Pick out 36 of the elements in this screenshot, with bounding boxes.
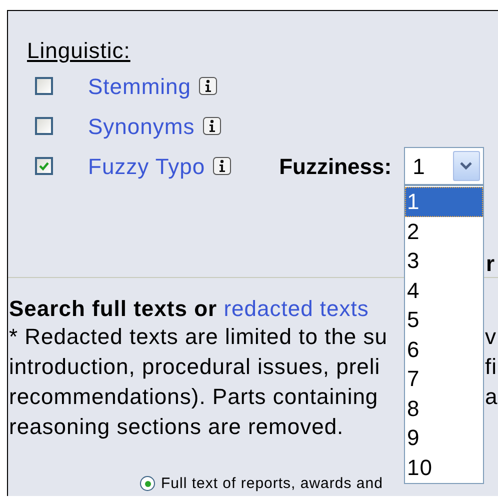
dropdown-option[interactable]: 8 [405, 394, 483, 423]
info-icon[interactable] [199, 77, 218, 95]
note-text: recommendations). Parts containing [8, 383, 380, 411]
dropdown-option[interactable]: 1 [405, 187, 483, 216]
note-text: v [485, 323, 496, 351]
field-label: Fuzziness: [279, 152, 392, 180]
chevron-down-icon[interactable] [452, 151, 480, 181]
checkbox[interactable] [35, 117, 53, 135]
dropdown-option[interactable]: 7 [405, 364, 483, 394]
select-field[interactable]: 1 [404, 147, 484, 185]
section-title: Search full texts or [9, 296, 218, 321]
dropdown-option[interactable]: 10 [405, 452, 483, 482]
dropdown-option[interactable]: 6 [405, 334, 483, 364]
checkbox[interactable] [35, 157, 53, 175]
option-label: Full text of reports, awards and [161, 476, 383, 491]
note-text: * Redacted texts are limited to the su [8, 323, 389, 351]
note-text: introduction, procedural issues, preli [8, 353, 382, 381]
dropdown-option[interactable]: 3 [405, 246, 483, 276]
radio-button[interactable] [140, 476, 155, 491]
option-link[interactable]: Stemming [88, 70, 192, 102]
info-icon[interactable] [202, 117, 221, 135]
note-text: fi [485, 353, 497, 381]
dropdown-option[interactable]: 5 [405, 305, 483, 334]
section-title: Linguistic: [27, 41, 132, 61]
redacted-texts-link[interactable]: redacted texts [224, 296, 369, 321]
checkmark-icon [38, 160, 50, 172]
note-text: reasoning sections are removed. [8, 413, 345, 441]
option-link[interactable]: Synonyms [88, 110, 195, 142]
dropdown-option[interactable]: 4 [405, 276, 483, 305]
note-text: a [485, 383, 498, 411]
option-link[interactable]: Fuzzy Typo [88, 150, 206, 182]
dropdown-option[interactable]: 9 [405, 423, 483, 452]
checkbox[interactable] [35, 77, 53, 95]
info-icon[interactable] [213, 157, 232, 175]
dropdown-option[interactable]: 2 [405, 216, 483, 246]
heading-text: r [486, 254, 496, 274]
